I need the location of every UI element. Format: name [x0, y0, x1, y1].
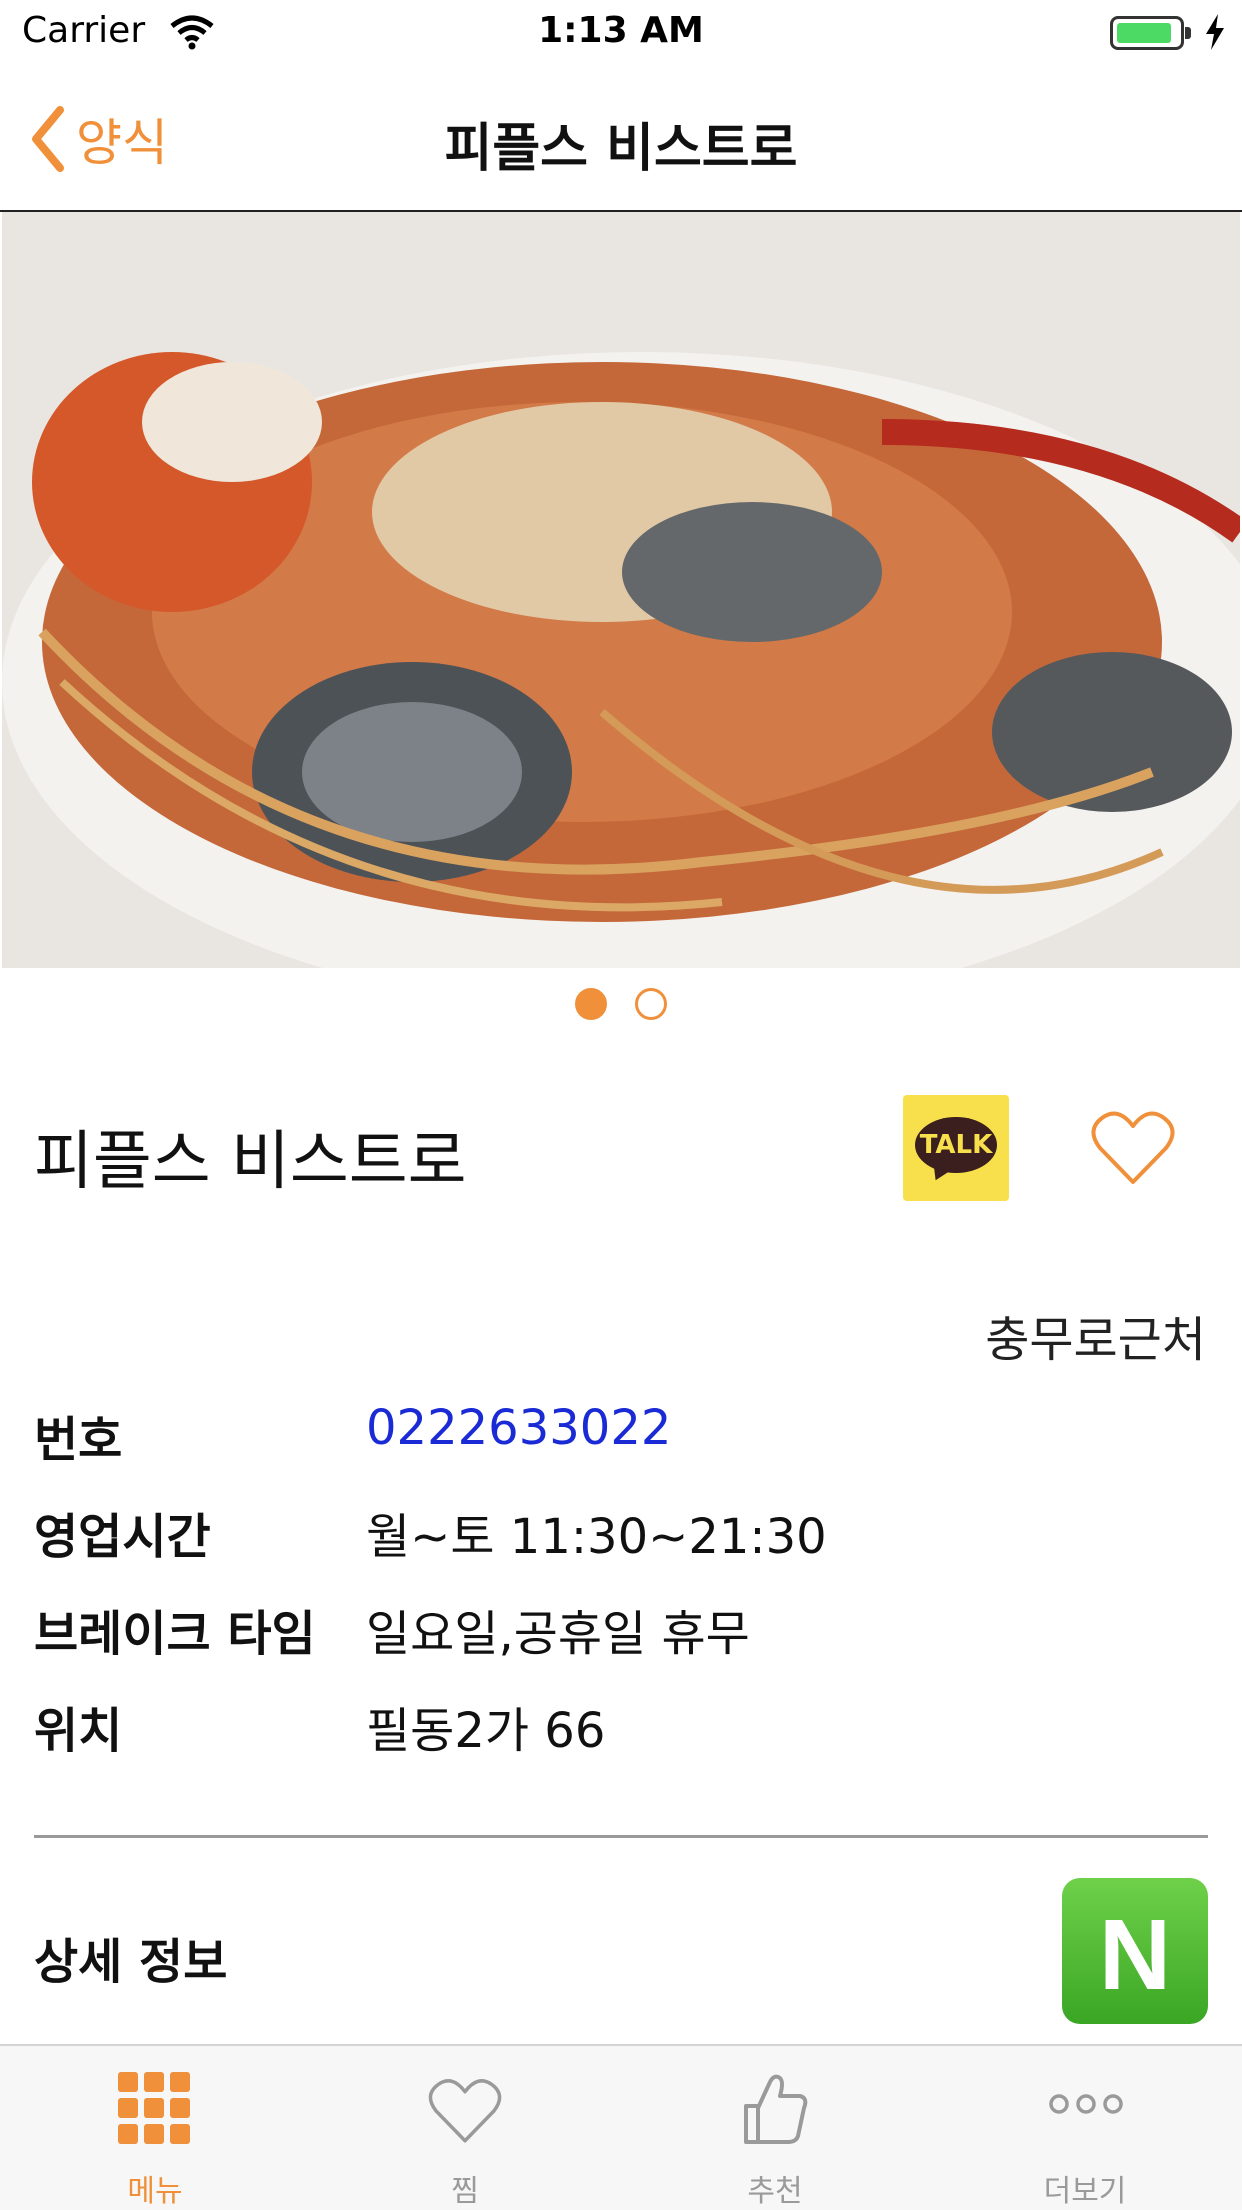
phone-link[interactable]: 0222633022 — [366, 1400, 671, 1456]
divider — [34, 1835, 1208, 1838]
location-key: 위치 — [34, 1703, 123, 1759]
kakaotalk-icon: TALK — [915, 1117, 997, 1173]
battery-icon — [1110, 16, 1191, 50]
tab-recommend[interactable]: 추천 — [620, 2046, 930, 2210]
heart-icon — [428, 2079, 502, 2143]
naver-icon: N — [1098, 1899, 1172, 2011]
restaurant-photo[interactable] — [2, 212, 1240, 968]
page-dot-2[interactable] — [635, 988, 667, 1020]
detail-info-label: 상세 정보 — [34, 1934, 228, 1990]
break-time-value: 일요일,공휴일 휴무 — [366, 1606, 750, 1662]
food-photo-image — [2, 212, 1240, 968]
status-time: 1:13 AM — [538, 10, 704, 51]
tab-more-label: 더보기 — [1043, 2174, 1127, 2209]
navigation-bar: 양식 피플스 비스트로 — [0, 66, 1242, 212]
favorite-heart-button[interactable] — [1090, 1108, 1176, 1188]
charging-icon — [1206, 14, 1224, 50]
tab-menu[interactable]: 메뉴 — [0, 2046, 310, 2210]
tab-recommend-label: 추천 — [747, 2174, 803, 2209]
phone-key: 번호 — [34, 1412, 123, 1468]
tab-favorites[interactable]: 찜 — [310, 2046, 620, 2210]
page-dot-1[interactable] — [575, 988, 607, 1020]
hours-value: 월~토 11:30~21:30 — [366, 1509, 827, 1565]
kakaotalk-share-button[interactable]: TALK — [903, 1095, 1009, 1201]
naver-link-button[interactable]: N — [1062, 1878, 1208, 2024]
more-icon — [1049, 2094, 1123, 2114]
grid-icon — [118, 2072, 190, 2144]
location-value: 필동2가 66 — [366, 1703, 606, 1759]
break-time-key: 브레이크 타임 — [34, 1606, 316, 1662]
status-bar: Carrier 1:13 AM — [0, 0, 1242, 66]
hours-key: 영업시간 — [34, 1509, 211, 1565]
page-title: 피플스 비스트로 — [444, 119, 798, 179]
area-label: 충무로근처 — [985, 1312, 1206, 1368]
tab-favorites-label: 찜 — [451, 2174, 479, 2209]
tab-menu-label: 메뉴 — [127, 2174, 183, 2209]
restaurant-name: 피플스 비스트로 — [34, 1125, 467, 1199]
page-indicator[interactable] — [0, 988, 1242, 1026]
tab-bar: 메뉴 찜 추천 더보기 — [0, 2044, 1242, 2210]
thumbs-up-icon — [744, 2074, 808, 2144]
tab-more[interactable]: 더보기 — [930, 2046, 1240, 2210]
